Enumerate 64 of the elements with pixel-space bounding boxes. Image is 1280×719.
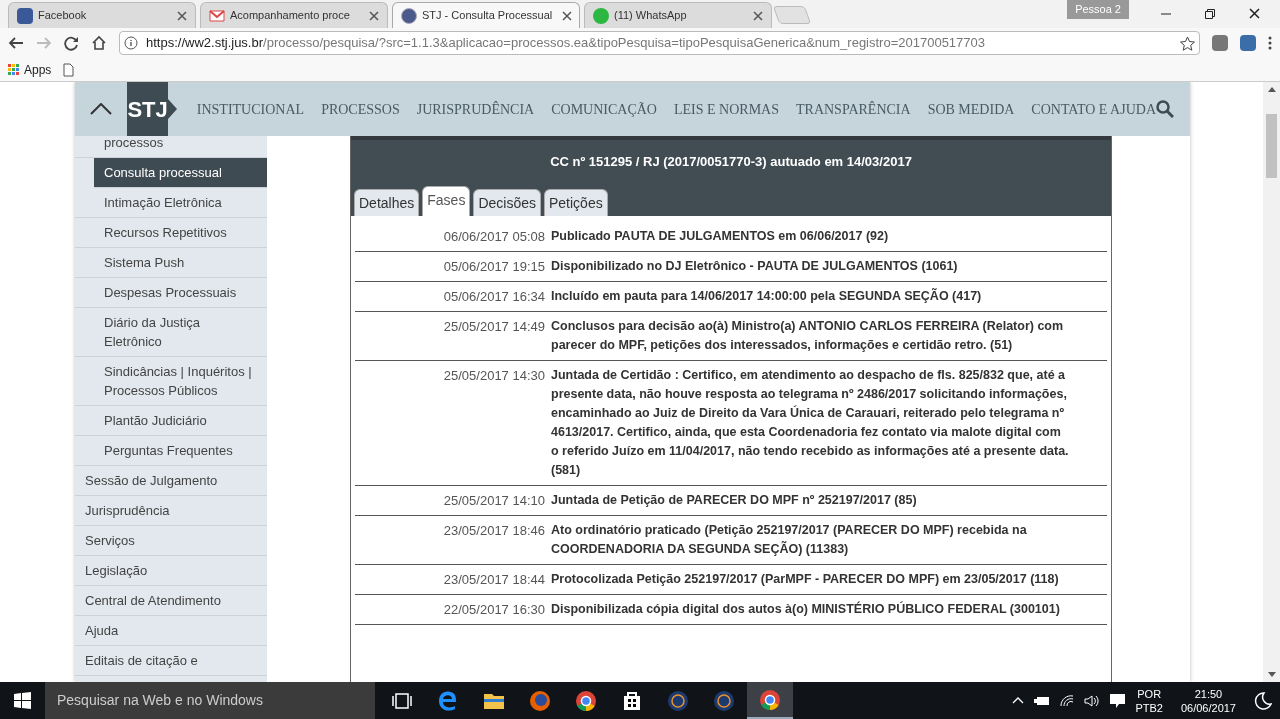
sidebar-item[interactable]: Jurisprudência xyxy=(75,496,267,526)
phase-date: 25/05/2017 14:10 xyxy=(442,491,546,510)
sidebar-item[interactable]: Sessão de Julgamento xyxy=(75,466,267,496)
nav-link[interactable]: CONTATO E AJUDA xyxy=(1031,98,1156,120)
apps-bookmark[interactable]: Apps xyxy=(8,60,52,79)
phase-date: 22/05/2017 16:30 xyxy=(442,600,546,619)
nav-link[interactable]: COMUNICAÇÃO xyxy=(551,98,657,120)
browser-tab[interactable]: (11) WhatsApp xyxy=(584,2,772,28)
phase-date: 05/06/2017 16:34 xyxy=(442,287,546,306)
sidebar-item[interactable]: Ajuda xyxy=(75,616,267,646)
layout-label[interactable]: PTB2 xyxy=(1135,700,1163,715)
clock-date[interactable]: 06/06/2017 xyxy=(1180,700,1236,715)
content-tab[interactable]: Decisões xyxy=(473,188,541,216)
browser-tab[interactable]: Facebook xyxy=(8,2,196,28)
phase-date: 25/05/2017 14:49 xyxy=(442,317,546,336)
sidebar-item[interactable]: Consulta processual xyxy=(94,158,267,188)
sidebar-item[interactable]: Diário da Justiça Eletrônico xyxy=(75,308,267,357)
tab-title: Acompanhamento proce xyxy=(230,8,350,24)
sidebar-item[interactable]: Plantão Judiciário xyxy=(75,406,267,436)
browser-tab[interactable]: STJ - Consulta Processual xyxy=(392,2,580,28)
phase-description: Conclusos para decisão ao(à) Ministro(a) ANTONIO CARLOS FERREIRA (Relator) com parecer do MPF, petições dos interessados, informações e certidão retro. (51) xyxy=(551,317,1065,354)
phase-description: Ato ordinatório praticado (Petição 252197/2017 (PARECER DO MPF) recebida na COORDENADORIA DA SEGUNDA SEÇÃO) (11383) xyxy=(551,521,1028,558)
browser-tab[interactable]: Acompanhamento proce xyxy=(200,2,388,28)
nav-link[interactable]: INSTITUCIONAL xyxy=(196,98,305,120)
clock-time[interactable]: 21:50 xyxy=(1194,686,1223,701)
phase-description: Disponibilizado no DJ Eletrônico - PAUTA DE JULGAMENTOS (1061) xyxy=(551,257,959,275)
tab-title: Facebook xyxy=(38,8,87,24)
address-field[interactable]: https://ww2.stj.jus.br/processo/pesquisa/?src=1.1.3&aplicacao=processos.ea&tipoPesquisa=tipoPesquisaGenerica&num_registro=201700517703 xyxy=(119,31,1200,55)
phase-description: Protocolizada Petição 252197/2017 (ParMPF - PARECER DO MPF) em 23/05/2017 (118) xyxy=(551,570,1060,588)
content-tab[interactable]: Detalhes xyxy=(354,188,420,216)
phase-description: Disponibilizada cópia digital dos autos à(o) MINISTÉRIO PÚBLICO FEDERAL (300101) xyxy=(551,600,1061,618)
tab-title: STJ - Consulta Processual xyxy=(422,8,553,24)
sidebar-item[interactable]: Serviços xyxy=(75,526,267,556)
phase-date: 23/05/2017 18:44 xyxy=(442,570,546,589)
nav-link[interactable]: PROCESSOS xyxy=(321,98,400,120)
sidebar-item[interactable]: Despesas Processuais xyxy=(75,278,267,308)
url-text: https://ww2.stj.jus.br/processo/pesquisa/?src=1.1.3&aplicacao=processos.ea&tipoPesquisa=tipoPesquisaGenerica&num_registro=201700517703 xyxy=(146,34,987,53)
phase-date: 23/05/2017 18:46 xyxy=(442,521,546,540)
search-field[interactable]: Pesquisar na Web e no Windows xyxy=(45,682,375,719)
nav-link[interactable]: LEIS E NORMAS xyxy=(674,98,779,120)
sidebar-item[interactable]: Legislação xyxy=(75,556,267,586)
tab-title: (11) WhatsApp xyxy=(614,8,687,24)
sidebar-item[interactable]: Recursos Repetitivos xyxy=(75,218,267,248)
phase-date: 25/05/2017 14:30 xyxy=(442,366,546,385)
sidebar-item[interactable]: Sistema Push xyxy=(75,248,267,278)
phase-description: Juntada de Certidão : Certifico, em atendimento ao despacho de fls. 825/832 que, até a presente data, não houve resposta ao telegrama nº 2486/2017 solicitando informações, encaminhado ao Juiz de Direito da Vara Única de Carauari, reiterado pelo telegrama nº 4613/2017. Certifico, ainda, que esta Coordenadoria fez contato via malote digital com o referido Juízo em 11/04/2017, não tendo recebido as informações até a presente data. (581) xyxy=(551,366,1069,479)
phase-date: 05/06/2017 19:15 xyxy=(442,257,546,276)
sidebar-item[interactable]: Editais de citação e xyxy=(75,646,267,676)
sidebar-item[interactable]: Intimação Eletrônica xyxy=(75,188,267,218)
sidebar-item[interactable]: Perguntas Frequentes xyxy=(75,436,267,466)
nav-link[interactable]: JURISPRUDÊNCIA xyxy=(416,98,535,120)
case-title: CC nº 151295 / RJ (2017/0051770-3) autuado em 14/03/2017 xyxy=(549,153,913,171)
language-label[interactable]: POR xyxy=(1137,686,1162,701)
sidebar-item[interactable]: Sindicâncias | Inquéritos | Processos Públicos xyxy=(75,357,267,406)
site-logo[interactable]: STJ xyxy=(127,82,168,136)
content-tab[interactable]: Petições xyxy=(544,188,608,216)
sidebar-item[interactable]: Central de Atendimento xyxy=(75,586,267,616)
phase-description: Juntada de Petição de PARECER DO MPF nº 252197/2017 (85) xyxy=(551,491,918,509)
phase-description: Incluído em pauta para 14/06/2017 14:00:00 pela SEGUNDA SEÇÃO (417) xyxy=(551,287,983,305)
phase-description: Publicado PAUTA DE JULGAMENTOS em 06/06/2017 (92) xyxy=(551,227,890,245)
nav-link[interactable]: TRANSPARÊNCIA xyxy=(796,98,911,120)
phase-date: 06/06/2017 05:08 xyxy=(442,227,546,246)
content-tab[interactable]: Fases xyxy=(422,185,471,216)
nav-link[interactable]: SOB MEDIDA xyxy=(927,98,1015,120)
